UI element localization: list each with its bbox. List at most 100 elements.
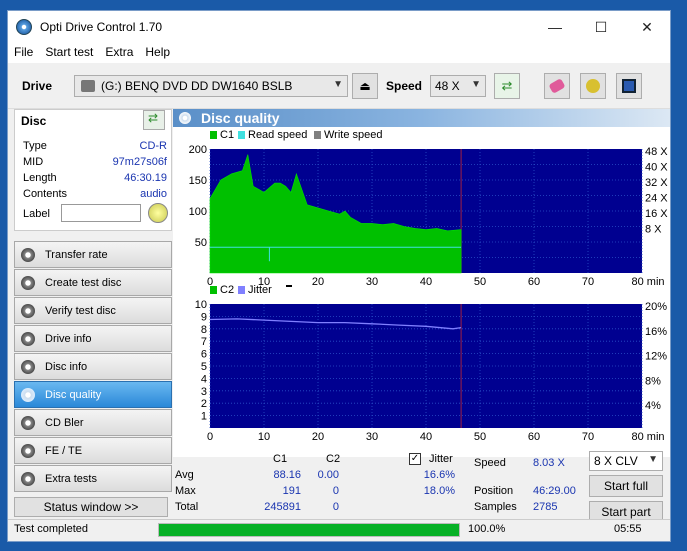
panel-title: Disc quality xyxy=(201,110,280,126)
speed-stat-value: 8.03 X xyxy=(533,457,565,469)
legend-label-jitter: Jitter xyxy=(248,284,272,296)
eject-icon: ⏏ xyxy=(359,79,371,93)
progress-text: 100.0% xyxy=(468,523,506,535)
save-button[interactable] xyxy=(616,73,642,99)
stats-max-c1: 191 xyxy=(282,485,301,497)
nav-label: FE / TE xyxy=(45,444,83,457)
y-tick-label: 8 xyxy=(201,324,207,336)
eraser-icon xyxy=(548,78,566,94)
disc-label-label: Label xyxy=(23,208,50,220)
position-value: 46:29.00 xyxy=(533,485,576,497)
window-title: Opti Drive Control 1.70 xyxy=(40,20,163,34)
disc-row-type: Type CD-R xyxy=(23,140,167,152)
eject-button[interactable]: ⏏ xyxy=(352,73,378,99)
legend-label-c2: C2 xyxy=(220,284,234,296)
x-tick-label: 0 xyxy=(207,431,213,443)
disc-quality-panel: Disc quality C1 Read speed Write speed 0 10 2… xyxy=(173,109,670,523)
status-window-button[interactable]: Status window >> xyxy=(14,497,168,517)
y-right-tick-label: 8% xyxy=(645,375,661,387)
drive-select[interactable]: (G:) BENQ DVD DD DW1640 BSLB ▼ xyxy=(74,75,348,97)
nav-create-test-disc[interactable]: Create test disc xyxy=(14,269,172,296)
refresh-arrows-icon: ⇄ xyxy=(501,78,513,93)
disc-length-label: Length xyxy=(23,172,57,184)
disc-icon xyxy=(21,331,35,346)
stats-total-c1: 245891 xyxy=(264,501,301,513)
y-right-tick-label: 40 X xyxy=(645,162,668,174)
clv-speed-select[interactable]: 8 X CLV ▼ xyxy=(589,451,663,471)
menu-file[interactable]: File xyxy=(8,43,39,63)
disc-row-mid: MID 97m27s06f xyxy=(23,156,167,168)
stats-total-label: Total xyxy=(175,501,199,513)
legend-label-read-speed: Read speed xyxy=(248,129,307,141)
nav-label: Disc info xyxy=(45,360,88,373)
speed-select[interactable]: 48 X ▼ xyxy=(430,75,486,97)
menu-help[interactable]: Help xyxy=(139,43,176,63)
label-apply-button[interactable] xyxy=(148,203,168,223)
nav-extra-tests[interactable]: Extra tests xyxy=(14,465,172,492)
disc-type-label: Type xyxy=(23,140,47,152)
maximize-button[interactable]: ☐ xyxy=(578,11,624,43)
app-disc-icon xyxy=(16,19,32,35)
disc-icon xyxy=(21,443,35,458)
jitter-label: Jitter xyxy=(429,453,453,465)
nav-drive-info[interactable]: Drive info xyxy=(14,325,172,352)
y-tick-label: 3 xyxy=(201,386,207,398)
y-tick-label: 6 xyxy=(201,349,207,361)
drive-icon xyxy=(81,80,95,92)
stats-max-label: Max xyxy=(175,485,196,497)
legend-swatch-read-speed xyxy=(238,131,245,139)
nav-verify-test-disc[interactable]: Verify test disc xyxy=(14,297,172,324)
x-tick-label: 30 xyxy=(366,276,378,288)
nav-label: Transfer rate xyxy=(45,248,108,261)
x-tick-label: 30 xyxy=(366,431,378,443)
jitter-checkbox[interactable]: ✓ xyxy=(409,453,421,465)
stats-avg-jitter: 16.6% xyxy=(423,469,455,481)
x-tick-label: 20 xyxy=(312,431,324,443)
nav-label: Drive info xyxy=(45,332,92,345)
nav-label: Disc quality xyxy=(45,388,102,401)
nav-label: CD Bler xyxy=(45,416,84,429)
x-tick-label: 40 xyxy=(420,431,432,443)
samples-value: 2785 xyxy=(533,501,558,513)
legend-swatch-jitter xyxy=(238,286,245,294)
erase-button[interactable] xyxy=(544,73,570,99)
minimize-button[interactable]: — xyxy=(532,11,578,43)
y-tick-label: 5 xyxy=(201,361,207,373)
disc-label-input[interactable] xyxy=(61,204,141,222)
y-tick-label: 1 xyxy=(201,411,207,423)
nav-disc-info[interactable]: Disc info xyxy=(14,353,172,380)
title-bar: Opti Drive Control 1.70 — ☐ ✕ xyxy=(8,11,670,43)
legend-swatch-write-speed xyxy=(314,131,321,139)
menu-start-test[interactable]: Start test xyxy=(39,43,99,63)
x-tick-label: 20 xyxy=(312,276,324,288)
speed-stat-label: Speed xyxy=(474,457,506,469)
y-tick-label: 4 xyxy=(201,373,207,385)
y-right-tick-label: 16% xyxy=(645,326,667,338)
nav-label: Extra tests xyxy=(45,472,97,485)
stats-max-c2: 0 xyxy=(332,485,339,497)
disc-icon xyxy=(21,471,35,486)
start-full-button[interactable]: Start full xyxy=(589,475,663,497)
clv-speed-value: 8 X CLV xyxy=(594,454,638,468)
close-button[interactable]: ✕ xyxy=(624,11,670,43)
nav-label: Verify test disc xyxy=(45,304,116,317)
stats-header-c2: C2 xyxy=(326,453,341,465)
copy-button[interactable] xyxy=(580,73,606,99)
y-right-tick-label: 24 X xyxy=(645,193,668,205)
x-tick-label: 80 min xyxy=(631,276,664,288)
nav-cd-bler[interactable]: CD Bler xyxy=(14,409,172,436)
stats-avg-label: Avg xyxy=(175,469,194,481)
refresh-button[interactable]: ⇄ xyxy=(494,73,520,99)
disc-contents-label: Contents xyxy=(23,188,68,200)
disc-refresh-button[interactable]: ⇄ xyxy=(143,110,165,130)
chevron-down-icon: ▼ xyxy=(471,79,481,90)
disc-icon xyxy=(21,415,35,430)
y-tick-label: 50 xyxy=(195,237,207,249)
nav-fe-te[interactable]: FE / TE xyxy=(14,437,172,464)
nav-disc-quality[interactable]: Disc quality xyxy=(14,381,172,408)
stats-max-jitter: 18.0% xyxy=(423,485,455,497)
disc-mid-label: MID xyxy=(23,156,44,168)
nav-transfer-rate[interactable]: Transfer rate xyxy=(14,241,172,268)
menu-extra[interactable]: Extra xyxy=(99,43,139,63)
chevron-down-icon: ▼ xyxy=(333,79,343,90)
